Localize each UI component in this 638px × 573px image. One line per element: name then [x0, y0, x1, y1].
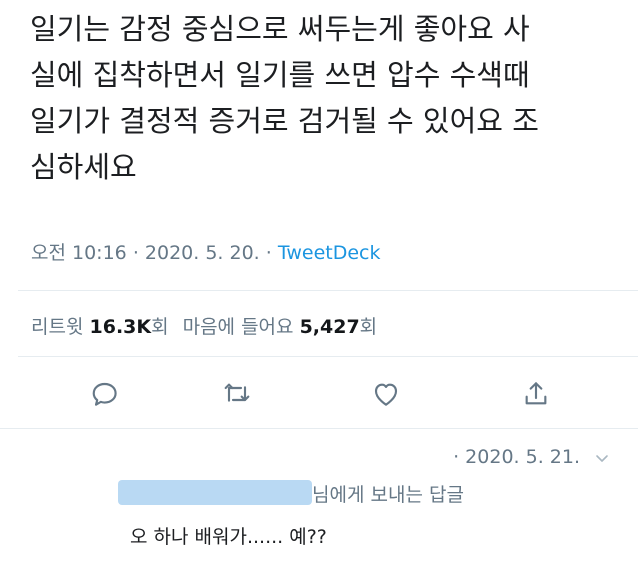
tweet-stats: 리트윗 16.3K회 마음에 들어요 5,427회	[31, 312, 377, 339]
tweet-time[interactable]: 오전 10:16	[31, 242, 127, 264]
meta-separator: ·	[132, 242, 139, 264]
divider	[18, 356, 638, 357]
divider	[18, 290, 638, 291]
reply-icon[interactable]	[88, 378, 120, 410]
tweet-actions	[0, 378, 638, 414]
retweets-stat[interactable]: 리트윗 16.3K회	[31, 316, 169, 338]
likes-unit: 회	[359, 316, 378, 338]
tweet-date[interactable]: 2020. 5. 20.	[145, 242, 260, 264]
tweet-text-line: 일기는 감정 중심으로 써두는게 좋아요 사	[30, 12, 530, 46]
meta-separator: ·	[265, 242, 272, 264]
divider	[0, 428, 638, 429]
chevron-down-icon[interactable]	[592, 448, 612, 468]
tweet-text-line: 일기가 결정적 증거로 검거될 수 있어요 조	[30, 104, 539, 138]
share-icon[interactable]	[520, 378, 552, 410]
likes-label: 마음에 들어요	[182, 316, 294, 338]
tweet-text: 일기는 감정 중심으로 써두는게 좋아요 사 실에 집착하면서 일기를 쓰면 압…	[30, 6, 620, 190]
likes-count: 5,427	[299, 316, 360, 338]
tweet-text-line: 실에 집착하면서 일기를 쓰면 압수 수색때	[30, 58, 530, 92]
retweets-label: 리트윗	[31, 316, 84, 338]
tweet-meta: 오전 10:16 · 2020. 5. 20. · TweetDeck	[31, 238, 380, 265]
reply-to-label: 님에게 보내는 답글	[312, 484, 464, 506]
likes-stat[interactable]: 마음에 들어요 5,427회	[183, 316, 378, 338]
reply-date[interactable]: · 2020. 5. 21.	[453, 446, 580, 468]
like-icon[interactable]	[370, 378, 402, 410]
tweet-source-link[interactable]: TweetDeck	[278, 242, 381, 264]
retweets-count: 16.3K	[89, 316, 152, 338]
retweet-icon[interactable]	[221, 378, 253, 410]
retweets-unit: 회	[151, 316, 169, 338]
redacted-username	[118, 480, 312, 505]
tweet-text-line: 심하세요	[30, 150, 137, 184]
reply-text: 오 하나 배워가...... 예??	[130, 526, 327, 548]
